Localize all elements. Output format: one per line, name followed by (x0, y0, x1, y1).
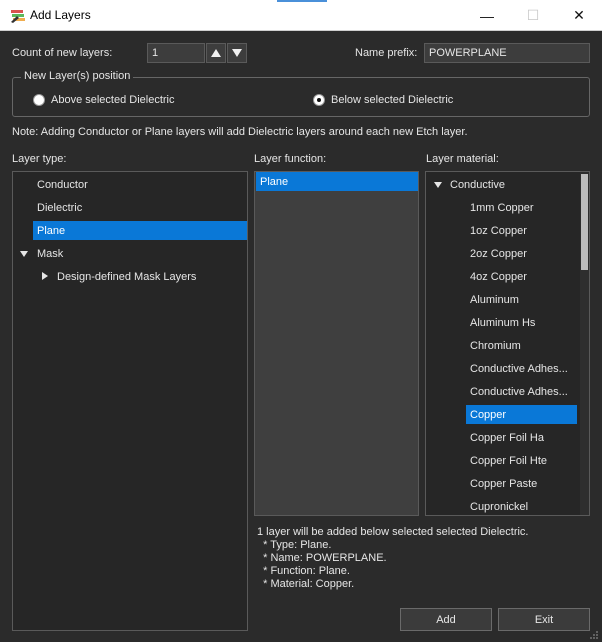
material-item[interactable]: Conductive Adhes... (466, 359, 577, 378)
material-item[interactable]: Cupronickel (466, 497, 577, 515)
app-icon (11, 10, 25, 23)
summary-line: * Type: Plane. (257, 539, 332, 551)
summary-line: 1 layer will be added below selected sel… (257, 526, 529, 538)
material-item[interactable]: 1mm Copper (466, 198, 577, 217)
radio-below-indicator[interactable] (313, 94, 325, 106)
summary-text: 1 layer will be added below selected sel… (257, 526, 528, 591)
material-item[interactable]: 2oz Copper (466, 244, 577, 263)
material-item[interactable]: Chromium (466, 336, 577, 355)
arrow-up-icon (211, 49, 221, 57)
material-item[interactable]: Copper (466, 405, 577, 424)
layer-material-tree[interactable]: Conductive 1mm Copper 1oz Copper 2oz Coppe… (425, 171, 590, 516)
material-scroll-thumb[interactable] (581, 174, 588, 270)
material-item[interactable]: Copper Paste (466, 474, 577, 493)
title-bar: Add Layers — ☐ ✕ (0, 0, 602, 31)
count-input[interactable]: 1 (147, 43, 205, 63)
summary-line: * Material: Copper. (257, 578, 355, 590)
window-title: Add Layers (30, 8, 91, 22)
increment-button[interactable] (206, 43, 226, 63)
tree-item-dielectric[interactable]: Dielectric (33, 198, 247, 217)
tree-item-conductor[interactable]: Conductor (33, 175, 247, 194)
prefix-label: Name prefix: (355, 47, 418, 59)
tree-item-design-defined-mask[interactable]: Design-defined Mask Layers (53, 267, 247, 286)
material-item[interactable]: Aluminum Hs (466, 313, 577, 332)
decrement-button[interactable] (227, 43, 247, 63)
close-icon[interactable]: ✕ (556, 0, 602, 31)
material-item[interactable]: 1oz Copper (466, 221, 577, 240)
tree-item-plane[interactable]: Plane (33, 221, 247, 240)
note-text: Note: Adding Conductor or Plane layers w… (12, 126, 468, 138)
arrow-down-icon (232, 49, 242, 57)
expand-conductive-icon[interactable] (434, 182, 442, 188)
radio-above[interactable]: Above selected Dielectric (33, 94, 175, 106)
count-label: Count of new layers: (12, 47, 113, 59)
expand-mask-icon[interactable] (20, 251, 28, 257)
position-group-title: New Layer(s) position (21, 70, 134, 82)
material-item[interactable]: Copper Foil Hte (466, 451, 577, 470)
prefix-input[interactable]: POWERPLANE (424, 43, 590, 63)
layer-function-list[interactable]: Plane (254, 171, 419, 516)
maximize-icon[interactable]: ☐ (510, 0, 556, 31)
material-item[interactable]: Aluminum (466, 290, 577, 309)
layer-function-header: Layer function: (254, 153, 327, 165)
title-accent (277, 0, 327, 2)
layer-type-tree[interactable]: Conductor Dielectric Plane Mask Design-d… (12, 171, 248, 631)
material-item[interactable]: 4oz Copper (466, 267, 577, 286)
minimize-icon[interactable]: — (464, 0, 510, 31)
resize-grip-icon[interactable] (589, 630, 599, 640)
summary-line: * Function: Plane. (257, 565, 350, 577)
material-item[interactable]: Conductive Adhes... (466, 382, 577, 401)
function-item-plane[interactable]: Plane (256, 172, 418, 191)
material-item[interactable]: Copper Foil Ha (466, 428, 577, 447)
material-group-conductive[interactable]: Conductive (446, 175, 576, 194)
radio-above-label: Above selected Dielectric (51, 94, 175, 106)
material-scrollbar[interactable] (580, 172, 589, 515)
radio-below[interactable]: Below selected Dielectric (313, 94, 453, 106)
add-button[interactable]: Add (400, 608, 492, 631)
layer-type-header: Layer type: (12, 153, 67, 165)
exit-button[interactable]: Exit (498, 608, 590, 631)
expand-design-mask-icon[interactable] (42, 272, 48, 280)
tree-item-mask[interactable]: Mask (33, 244, 247, 263)
summary-line: * Name: POWERPLANE. (257, 552, 387, 564)
layer-material-header: Layer material: (426, 153, 499, 165)
radio-below-label: Below selected Dielectric (331, 94, 454, 106)
radio-above-indicator[interactable] (33, 94, 45, 106)
